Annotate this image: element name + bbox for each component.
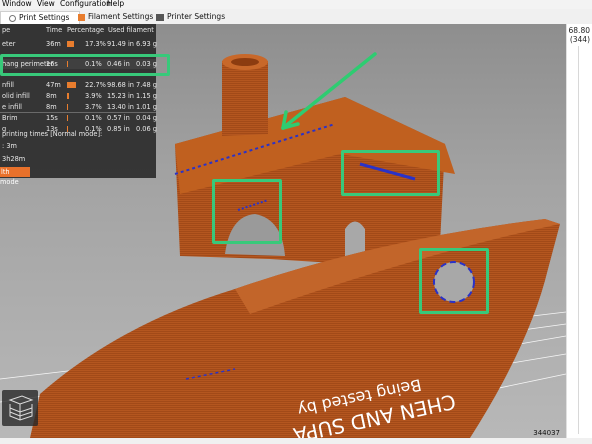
legend-row[interactable]: nfill 47m 22.7% 98.68 in 7.48 g [0,80,157,90]
menu-window[interactable]: Window [2,0,32,8]
menu-view[interactable]: View [37,0,55,8]
feature-weight: 0.04 g [136,114,157,122]
printer-icon [156,13,164,21]
highlight-box-roof [341,150,440,196]
chimney [222,61,268,136]
tab-label: Print Settings [19,13,70,22]
gear-icon [9,14,16,22]
legend-header: pe Time Percentage Used filament [0,25,156,35]
feature-percentage: 3.9% [85,92,102,100]
tab-label: Filament Settings [88,12,154,21]
feature-percentage: 0.1% [85,114,102,122]
tab-print-settings[interactable]: Print Settings [0,11,80,24]
layer-slider-panel[interactable]: 68.80 (344) [566,24,592,438]
legend-row[interactable]: eter 36m 17.3% 91.49 in 6.93 g [0,39,157,49]
feature-name: nfill [2,81,14,89]
times-title: printing times [Normal mode]: [2,130,103,138]
feature-length: 13.40 in [107,103,134,111]
layer-slider-track[interactable] [578,46,579,434]
filament-icon [78,13,85,21]
legend-panel: pe Time Percentage Used filament eter 36m… [0,24,157,186]
feature-percentage: 22.7% [85,81,106,89]
feature-length: 0.57 in [107,114,130,122]
header-percentage: Percentage [67,26,105,34]
percentage-bar [67,41,74,47]
feature-length: 15.23 in [107,92,134,100]
percentage-bar [67,104,68,110]
header-feature: pe [2,26,11,34]
status-bar [0,438,592,444]
feature-time: 47m [46,81,61,89]
legend-separator [0,112,156,113]
legend-row[interactable]: Brim 15s 0.1% 0.57 in 0.04 g [0,113,157,123]
feature-length: 91.49 in [107,40,134,48]
feature-time: 8m [46,103,57,111]
layers-view-icon[interactable] [2,390,38,426]
time-line-1: : 3m [2,142,17,150]
tab-label: Printer Settings [167,12,226,21]
layer-height-value: 68.80 [568,26,590,35]
feature-name: eter [2,40,16,48]
vertex-count: 344037 [533,429,560,437]
feature-percentage: 17.3% [85,40,106,48]
menu-bar: Window View Configuration Help [0,0,592,9]
highlight-box-legend [0,54,170,76]
feature-time: 15s [46,114,58,122]
stealth-mode-button[interactable]: lth mode [0,167,30,186]
feature-name: Brim [2,114,18,122]
tab-bar: Print Settings Filament Settings Printer… [0,9,592,25]
feature-name: e infill [2,103,22,111]
feature-weight: 1.01 g [136,103,157,111]
feature-weight: 7.48 g [136,81,157,89]
highlight-box-hawse [419,248,489,314]
feature-percentage: 3.7% [85,103,102,111]
tab-filament-settings[interactable]: Filament Settings [78,11,154,23]
feature-length: 98.68 in [107,81,134,89]
header-used-filament: Used filament [108,26,154,34]
feature-time: 36m [46,40,61,48]
percentage-bar [67,115,68,121]
time-line-2: 3h28m [2,155,26,163]
percentage-bar [67,82,76,88]
legend-row[interactable]: olid infill 8m 3.9% 15.23 in 1.15 g [0,91,157,101]
header-time: Time [46,26,63,34]
feature-weight: 1.15 g [136,92,157,100]
menu-configuration[interactable]: Configuration [60,0,111,8]
3d-viewport[interactable]: Being tested by CHEN AND SUPA pe Time Pe… [0,24,566,438]
layer-number-value: (344) [569,35,590,44]
feature-time: 8m [46,92,57,100]
feature-name: olid infill [2,92,30,100]
tab-printer-settings[interactable]: Printer Settings [156,11,226,23]
percentage-bar [67,93,69,99]
legend-row[interactable]: e infill 8m 3.7% 13.40 in 1.01 g [0,102,157,112]
feature-weight: 6.93 g [136,40,157,48]
highlight-box-window [212,179,282,244]
menu-help[interactable]: Help [107,0,124,8]
